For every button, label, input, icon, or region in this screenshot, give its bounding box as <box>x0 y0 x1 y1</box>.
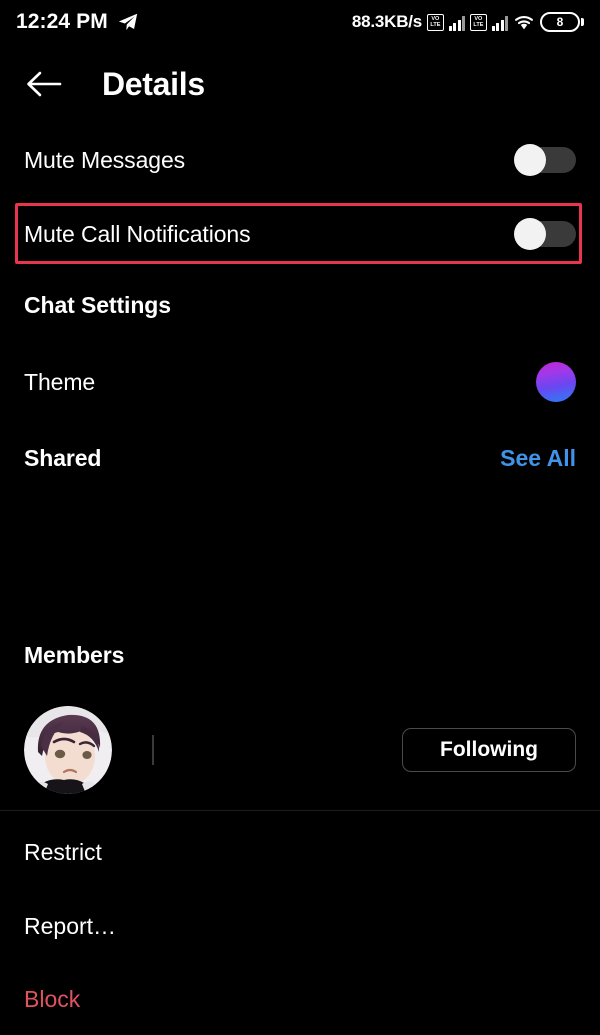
section-header-chat-settings: Chat Settings <box>0 288 600 322</box>
row-mute-call-notifications[interactable]: Mute Call Notifications <box>0 209 600 259</box>
details-screen: 12:24 PM 88.3KB/s VO LTE VO LTE 8 Detail… <box>0 0 600 1035</box>
section-divider <box>0 810 600 811</box>
action-report[interactable]: Report… <box>0 909 600 943</box>
back-arrow-icon[interactable] <box>24 69 64 99</box>
signal-bars-sim2-icon <box>492 14 508 31</box>
telegram-paper-plane-icon <box>118 13 138 31</box>
app-header: Details <box>0 44 600 124</box>
mute-messages-label: Mute Messages <box>24 146 186 173</box>
action-block[interactable]: Block <box>0 982 600 1016</box>
mute-call-notifications-toggle[interactable] <box>514 218 576 250</box>
status-bar-clock: 12:24 PM <box>16 10 108 33</box>
section-header-members: Members <box>0 638 600 672</box>
battery-level-text: 8 <box>540 12 580 32</box>
shared-title: Shared <box>24 444 102 471</box>
status-bar: 12:24 PM 88.3KB/s VO LTE VO LTE 8 <box>0 0 600 44</box>
following-button[interactable]: Following <box>402 728 576 772</box>
avatar[interactable] <box>24 706 112 794</box>
battery-icon: 8 <box>540 12 584 32</box>
toggle-knob <box>514 218 546 250</box>
toggle-knob <box>514 144 546 176</box>
page-title: Details <box>102 65 205 102</box>
wifi-icon <box>515 16 533 30</box>
action-block-label: Block <box>24 985 81 1012</box>
row-theme[interactable]: Theme <box>0 360 600 404</box>
member-list-item[interactable]: Following <box>0 706 600 794</box>
anime-character-avatar-image <box>24 706 112 794</box>
volte-sim1-icon: VO LTE <box>427 13 445 31</box>
status-bar-right: 88.3KB/s VO LTE VO LTE 8 <box>352 12 584 32</box>
signal-bars-sim1-icon <box>449 14 466 31</box>
members-title: Members <box>24 641 125 668</box>
action-restrict[interactable]: Restrict <box>0 835 600 869</box>
battery-cap <box>581 18 584 26</box>
row-mute-messages[interactable]: Mute Messages <box>0 135 600 185</box>
theme-label: Theme <box>24 368 96 395</box>
volte-sim2-icon: VO LTE <box>470 13 488 31</box>
mute-messages-toggle[interactable] <box>514 144 576 176</box>
member-username <box>152 735 154 765</box>
action-restrict-label: Restrict <box>24 838 102 865</box>
theme-color-swatch[interactable] <box>536 362 576 402</box>
status-bar-left: 12:24 PM <box>16 10 139 34</box>
chat-settings-title: Chat Settings <box>24 291 171 318</box>
see-all-link[interactable]: See All <box>500 445 576 472</box>
action-report-label: Report… <box>24 912 117 939</box>
mute-call-notifications-label: Mute Call Notifications <box>24 220 251 247</box>
section-header-shared: Shared See All <box>0 441 600 475</box>
network-speed-indicator: 88.3KB/s <box>351 12 423 31</box>
